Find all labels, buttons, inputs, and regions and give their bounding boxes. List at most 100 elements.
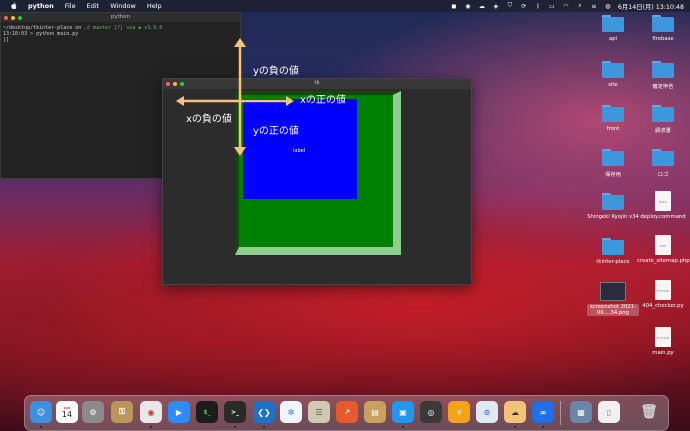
cursor-line: [] xyxy=(3,37,10,43)
desktop-file-main-py[interactable]: PYTHON main.py xyxy=(637,327,689,356)
icon-label: screenshot 2021-06....34.png xyxy=(587,304,639,316)
running-indicator xyxy=(263,426,265,428)
desktop-folder-firebase[interactable]: firebase xyxy=(637,15,689,42)
calendar-day: 14 xyxy=(61,409,73,419)
tk-titlebar[interactable]: tk xyxy=(163,79,471,89)
terminal-output[interactable]: ~/desktop/tkinter-place on ⎇ master [?] … xyxy=(1,22,240,46)
desktop-file-deploy[interactable]: EXEC deploy.command xyxy=(637,191,689,220)
menu-window[interactable]: Window xyxy=(110,2,136,10)
desktop-folder-site[interactable]: site xyxy=(587,61,639,88)
menu-edit[interactable]: Edit xyxy=(87,2,100,10)
preview-icon[interactable]: ▦ xyxy=(570,401,592,423)
running-indicator xyxy=(402,426,404,428)
bluetooth-icon[interactable]: ᛒ xyxy=(534,3,542,10)
menu-app-name[interactable]: python xyxy=(28,2,54,10)
apple-menu-icon[interactable] xyxy=(10,2,18,10)
icon-label: 請求書 xyxy=(655,128,671,134)
icon-label: create_sitemap.php xyxy=(637,258,690,264)
wifi-icon[interactable]: ◠ xyxy=(562,3,570,10)
icon-label: front xyxy=(606,126,620,132)
folder-icon xyxy=(602,149,624,166)
running-indicator xyxy=(234,426,236,428)
status-app-icon[interactable]: ◼ xyxy=(450,3,458,10)
finder-icon[interactable]: ☺ xyxy=(30,401,52,423)
desktop-folder-shingeki[interactable]: Shingeki Kyojin v34 xyxy=(587,193,639,220)
shield-icon[interactable]: ⛉ xyxy=(506,2,514,10)
menu-file[interactable]: File xyxy=(65,2,76,10)
cloud-icon[interactable]: ☁ xyxy=(478,3,486,10)
sourcetree-icon[interactable]: ⑂ xyxy=(448,401,470,423)
desktop-folder-api[interactable]: api xyxy=(587,15,639,42)
label-y-negative: yの負の値 xyxy=(253,66,299,77)
quicktime-icon[interactable]: ◎ xyxy=(420,401,442,423)
branch-icon: ⎇ xyxy=(84,25,91,31)
desktop-file-sitemap[interactable]: PHP create_sitemap.php xyxy=(637,235,690,264)
tk-title: tk xyxy=(314,80,320,86)
terminal-titlebar[interactable]: python xyxy=(1,13,240,22)
icon-label: deploy.command xyxy=(640,214,686,220)
vertical-arrow xyxy=(234,38,246,156)
stocks-icon[interactable]: ↗ xyxy=(336,401,358,423)
proxyman-icon[interactable]: ⊙ xyxy=(476,401,498,423)
running-indicator xyxy=(40,426,42,428)
infinity-icon[interactable]: ∞ xyxy=(532,401,554,423)
notes-app-icon[interactable]: ☁ xyxy=(504,401,526,423)
keychain-icon[interactable]: ⚿ xyxy=(111,401,133,423)
desktop-folder-tax[interactable]: 確定申告 xyxy=(637,61,689,90)
zoom-icon[interactable]: ▶ xyxy=(168,401,190,423)
label-x-negative: xの負の値 xyxy=(186,114,232,125)
folder-icon xyxy=(652,149,674,166)
prompt-branch: master [?] via xyxy=(93,25,136,31)
folder-icon xyxy=(652,61,674,78)
rec-icon[interactable]: ◉ xyxy=(464,3,472,10)
control-center-icon[interactable]: ≡ xyxy=(590,3,598,10)
exec-file-icon: EXEC xyxy=(655,191,671,211)
running-indicator xyxy=(150,426,152,428)
folder-icon xyxy=(602,15,624,32)
desktop-folder-invoice[interactable]: 請求書 xyxy=(637,105,689,134)
desktop-folder-logo[interactable]: ロゴ xyxy=(637,149,689,178)
desktop-folder-tkinter-place[interactable]: tkinter-place xyxy=(587,238,639,265)
desktop-folder-saved[interactable]: 保存用 xyxy=(587,149,639,178)
clock[interactable]: 6月14日(月) 13:10:48 xyxy=(618,2,684,11)
calendar-icon[interactable]: JUN 14 xyxy=(56,401,78,423)
search-icon[interactable]: ⌕ xyxy=(576,2,584,10)
folder-icon xyxy=(652,105,674,122)
menu-help[interactable]: Help xyxy=(147,2,162,10)
image-thumbnail-icon xyxy=(600,282,626,301)
siri-icon[interactable]: ◍ xyxy=(604,3,612,10)
vscode-icon[interactable]: ❮❯ xyxy=(253,401,275,423)
system-preferences-icon[interactable]: ⚙ xyxy=(82,401,104,423)
label-x-positive: xの正の値 xyxy=(300,95,346,106)
desktop-file-404-checker[interactable]: PYTHON 404_checker.py xyxy=(637,280,689,309)
desktop-folder-front[interactable]: front xyxy=(587,105,639,132)
icon-label: firebase xyxy=(652,36,674,42)
document-icon[interactable]: ▯ xyxy=(598,401,620,423)
icon-label: main.py xyxy=(652,350,674,356)
php-file-icon: PHP xyxy=(655,235,671,255)
terminal-icon[interactable]: >_ xyxy=(224,401,246,423)
dropbox-icon[interactable]: ◈ xyxy=(492,3,500,10)
icon-label: 404_checker.py xyxy=(642,303,684,309)
chrome-icon[interactable]: ◉ xyxy=(140,401,162,423)
sync-icon[interactable]: ⟳ xyxy=(520,3,528,10)
trash-icon[interactable]: 🗑 xyxy=(638,401,660,423)
terminal-green-icon[interactable]: $_ xyxy=(196,401,218,423)
python-file-icon: PYTHON xyxy=(655,327,671,347)
sequel-icon[interactable]: ☰ xyxy=(308,401,330,423)
terminal-title: python xyxy=(110,14,131,20)
icon-label: Shingeki Kyojin v34 xyxy=(587,214,639,220)
icon-label: ロゴ xyxy=(657,172,669,178)
icon-label: tkinter-place xyxy=(596,259,630,265)
archive-icon[interactable]: ▤ xyxy=(364,401,386,423)
docker-icon[interactable]: ▣ xyxy=(392,401,414,423)
dock-divider xyxy=(560,401,561,425)
safari-icon[interactable]: ✲ xyxy=(280,401,302,423)
dock: ☺ JUN 14 ⚙ ⚿ ◉ ▶ $_ >_ ❮❯ ✲ ☰ ↗ ▤ ▣ ◎ ⑂ … xyxy=(24,395,669,431)
folder-icon xyxy=(602,238,624,255)
battery-icon[interactable]: ▭ xyxy=(548,3,556,10)
running-indicator xyxy=(514,426,516,428)
desktop-file-screenshot[interactable]: screenshot 2021-06....34.png xyxy=(587,282,639,316)
icon-label: 保存用 xyxy=(605,172,621,178)
folder-icon xyxy=(652,15,674,32)
